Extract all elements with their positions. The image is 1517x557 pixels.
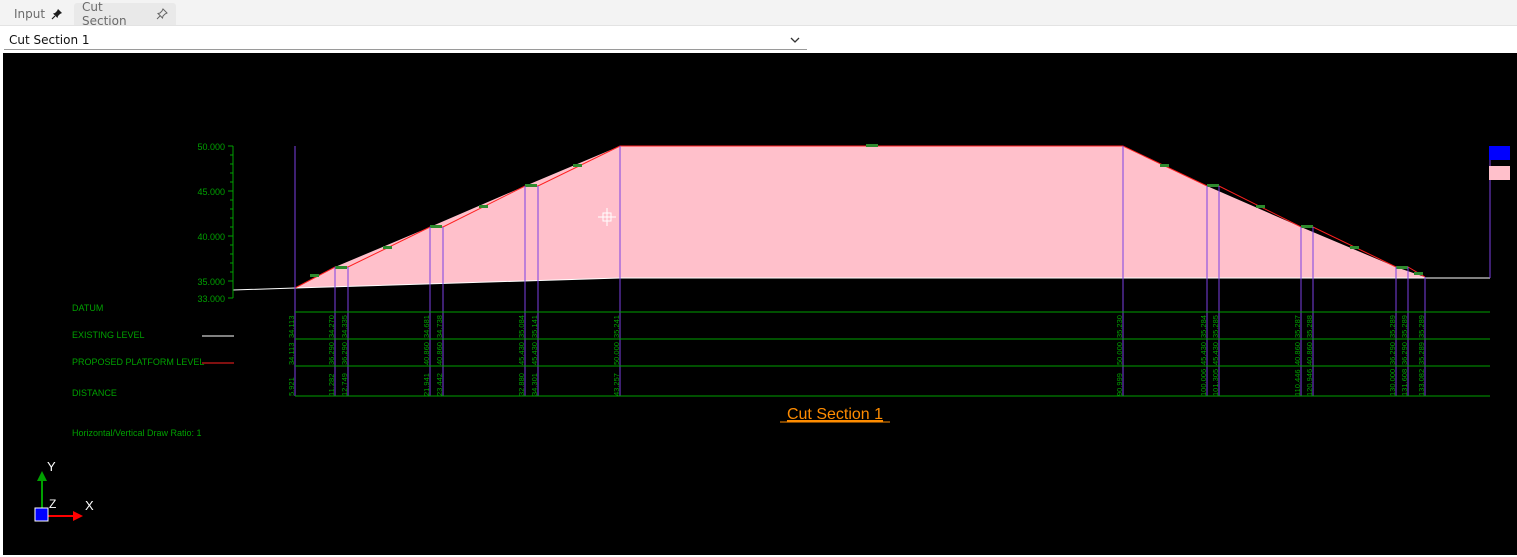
tab-input[interactable]: Input <box>6 3 70 25</box>
station-existing-value: 35.230 <box>1115 315 1124 338</box>
station-proposed-value: 36.290 <box>327 342 336 365</box>
station-distance-value: 100.006 <box>1199 369 1208 396</box>
station-proposed-value: 50.000 <box>1115 342 1124 365</box>
station-existing-value: 35.084 <box>517 315 526 338</box>
legend-swatch-pink <box>1489 166 1510 180</box>
ucs-z-label: Z <box>49 497 56 511</box>
station-distance-value: 5.921 <box>287 377 296 396</box>
station-distance-value: 131.608 <box>1400 369 1409 396</box>
section-select-bar: Cut Section 1 <box>0 26 1517 53</box>
station-proposed-value: 45.430 <box>1199 342 1208 365</box>
station-distance-value: 133.082 <box>1417 369 1426 396</box>
station-existing-value: 35.284 <box>1199 315 1208 338</box>
section-select-value: Cut Section 1 <box>9 32 90 47</box>
station-distance-value: 23.442 <box>435 373 444 396</box>
station-distance-value: 90.999 <box>1115 373 1124 396</box>
station-existing-value: 34.738 <box>435 315 444 338</box>
drawing-canvas[interactable]: 50.000 45.000 40.000 35.000 33.000 DATUM… <box>3 53 1517 555</box>
axis-tick-label: 40.000 <box>197 232 225 242</box>
station-distance-value: 130.000 <box>1388 369 1397 396</box>
ucs-x-label: X <box>85 498 94 513</box>
station-proposed-value: 40.860 <box>422 342 431 365</box>
axis-tick-label: 45.000 <box>197 187 225 197</box>
station-proposed-value: 45.430 <box>530 342 539 365</box>
station-existing-value: 34.270 <box>327 315 336 338</box>
station-labels: 34.113 34.113 5.921 34.270 36.290 11.282 34.33… <box>287 315 1426 396</box>
station-existing-value: 35.288 <box>1305 315 1314 338</box>
station-distance-value: 12.749 <box>340 373 349 396</box>
station-distance-value: 43.257 <box>612 373 621 396</box>
station-distance-value: 32.880 <box>517 373 526 396</box>
tab-cut-section-label: Cut Section <box>82 0 127 28</box>
station-distance-value: 11.282 <box>327 374 336 396</box>
legend-swatch-blue <box>1489 146 1510 160</box>
station-proposed-value: 40.860 <box>1305 342 1314 365</box>
row-label-datum: DATUM <box>72 303 103 313</box>
pin-filled-icon[interactable] <box>51 8 63 20</box>
tab-input-label: Input <box>14 7 46 21</box>
axis-tick-label: 33.000 <box>197 294 225 304</box>
station-proposed-value: 40.860 <box>435 342 444 365</box>
axis-tick-label: 35.000 <box>197 277 225 287</box>
row-label-existing: EXISTING LEVEL <box>72 330 145 340</box>
station-existing-value: 34.681 <box>422 315 431 338</box>
cut-fill-area <box>295 146 1425 288</box>
station-existing-value: 34.335 <box>340 315 349 338</box>
station-distance-value: 21.941 <box>422 373 431 396</box>
station-existing-value: 35.289 <box>1388 315 1397 338</box>
tab-bar: Input Cut Section <box>0 0 1517 28</box>
drawing-title: Cut Section 1 <box>787 406 883 423</box>
vertical-axis <box>228 145 234 299</box>
station-existing-value: 35.289 <box>1400 315 1409 338</box>
ucs-y-label: Y <box>47 459 56 474</box>
axis-tick-label: 50.000 <box>197 142 225 152</box>
chevron-down-icon[interactable] <box>789 34 801 49</box>
station-distance-value: 110.446 <box>1293 369 1302 396</box>
station-proposed-value: 36.290 <box>340 342 349 365</box>
station-proposed-value: 34.113 <box>287 343 296 365</box>
station-proposed-value: 36.290 <box>1388 342 1397 365</box>
station-proposed-value: 35.289 <box>1417 342 1426 365</box>
station-existing-value: 35.241 <box>612 315 621 338</box>
station-existing-value: 35.141 <box>530 315 539 338</box>
station-proposed-value: 45.430 <box>1211 342 1220 365</box>
row-label-proposed: PROPOSED PLATFORM LEVEL <box>72 357 204 367</box>
station-existing-value: 35.285 <box>1211 315 1220 338</box>
station-proposed-value: 45.430 <box>517 342 526 365</box>
station-existing-value: 35.287 <box>1293 315 1302 338</box>
draw-ratio-text: Horizontal/Vertical Draw Ratio: 1 <box>72 428 202 438</box>
section-select[interactable]: Cut Section 1 <box>4 30 807 50</box>
station-distance-value: 34.301 <box>530 373 539 396</box>
pin-outline-icon[interactable] <box>156 8 168 20</box>
ucs-icon: Y Z X <box>34 459 94 522</box>
station-proposed-value: 36.290 <box>1400 342 1409 365</box>
station-proposed-value: 50.000 <box>612 342 621 365</box>
tab-cut-section[interactable]: Cut Section <box>74 0 176 28</box>
cut-section-drawing: 50.000 45.000 40.000 35.000 33.000 DATUM… <box>34 142 1510 522</box>
station-proposed-value: 40.860 <box>1293 342 1302 365</box>
station-existing-value: 34.113 <box>287 316 296 338</box>
station-existing-value: 35.289 <box>1417 315 1426 338</box>
row-label-distance: DISTANCE <box>72 388 117 398</box>
station-distance-value: 120.946 <box>1305 369 1314 396</box>
station-distance-value: 101.305 <box>1211 369 1220 396</box>
